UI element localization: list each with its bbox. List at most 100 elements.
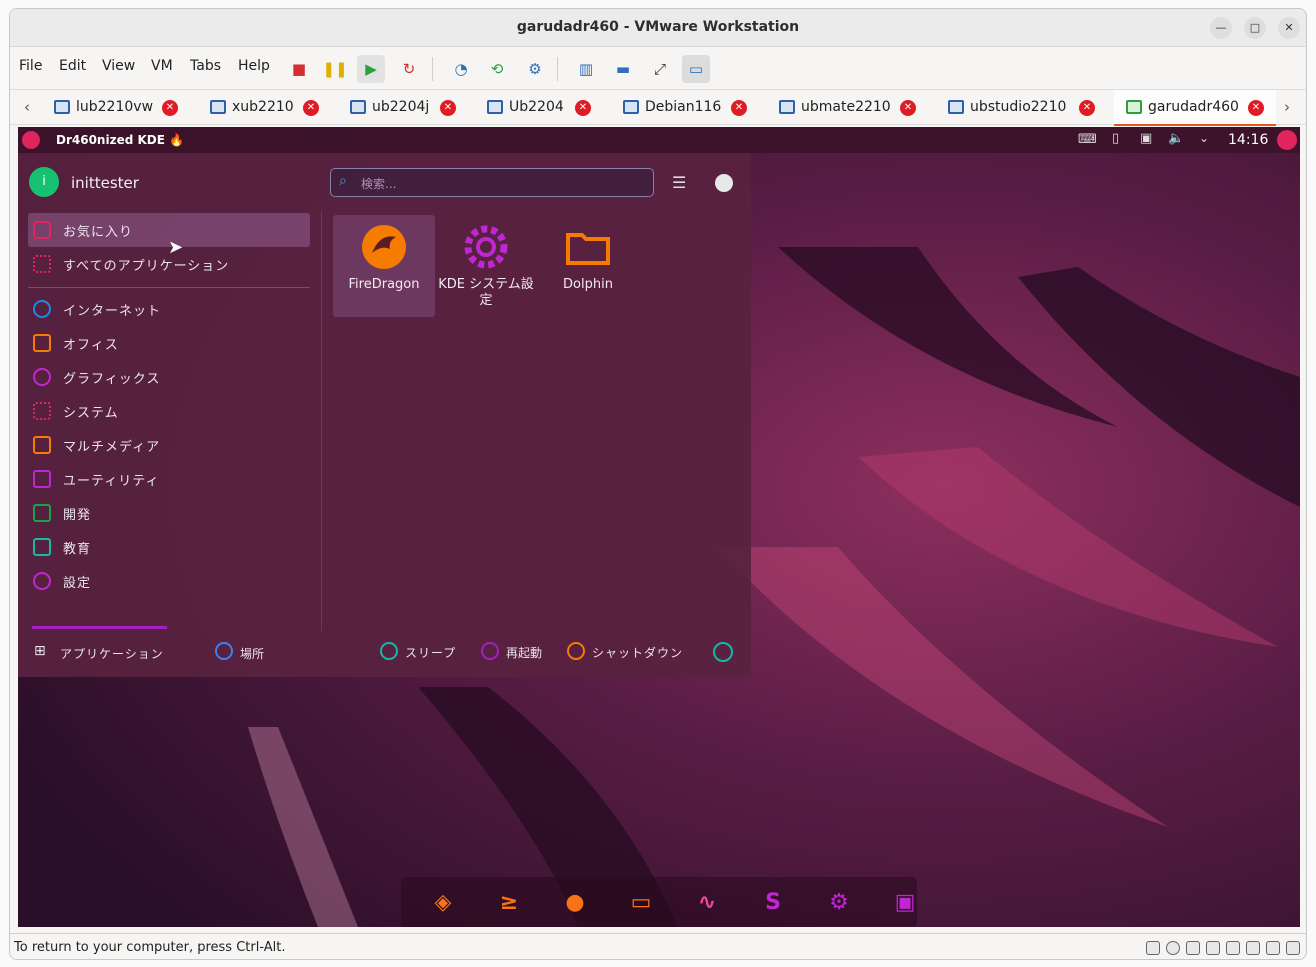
restart-icon (481, 642, 499, 660)
settings-icon[interactable]: ⚙ (823, 887, 855, 919)
category-office[interactable]: オフィス (28, 328, 310, 358)
pause-icon[interactable]: ❚❚ (321, 55, 349, 83)
close-tab-icon[interactable]: ✕ (1079, 100, 1095, 116)
guest-screen[interactable]: Dr460nized KDE 🔥 ⌨ ▯ ▣ 🔈 ⌄ 14:16 i initt… (18, 127, 1300, 927)
user-avatar-icon[interactable] (1277, 130, 1297, 150)
search-field[interactable]: ⌕ 検索... (330, 168, 654, 197)
volume-icon[interactable]: 🔈 (1168, 131, 1184, 146)
tab-indicator (32, 626, 167, 629)
unity-icon[interactable]: ▭ (682, 55, 710, 83)
close-tab-icon[interactable]: ✕ (731, 100, 747, 116)
panel-divider (321, 211, 322, 631)
close-tab-icon[interactable]: ✕ (1248, 100, 1264, 116)
panel-title: Dr460nized KDE 🔥 (56, 133, 185, 147)
vm-icon (779, 100, 795, 114)
tab-ub2204[interactable]: Ub2204 ✕ (487, 90, 607, 126)
menu-view[interactable]: View (102, 58, 135, 74)
garuda-logo-icon[interactable] (22, 131, 40, 149)
menu-help[interactable]: Help (238, 58, 270, 74)
close-tab-icon[interactable]: ✕ (900, 100, 916, 116)
play-icon[interactable]: ▶ (357, 55, 385, 83)
snapshot-icon[interactable]: ◔ (447, 55, 475, 83)
app-kde-settings[interactable]: KDE システム設定 (435, 215, 537, 317)
close-button[interactable]: ✕ (1278, 17, 1300, 39)
globe-icon (33, 300, 51, 318)
maximize-button[interactable]: □ (1244, 17, 1266, 39)
shutdown-button[interactable]: シャットダウン (567, 641, 691, 663)
folder-icon[interactable]: ▭ (625, 887, 657, 919)
clipboard-icon[interactable]: ▯ (1112, 131, 1119, 146)
menu-edit[interactable]: Edit (59, 58, 86, 74)
close-tab-icon[interactable]: ✕ (575, 100, 591, 116)
app-firedragon[interactable]: FireDragon (333, 215, 435, 317)
cdrom-icon[interactable] (1166, 941, 1180, 955)
tab-debian116[interactable]: Debian116 ✕ (623, 90, 753, 126)
tab-ub2204j[interactable]: ub2204j ✕ (350, 90, 470, 126)
fullscreen-icon[interactable]: ⤢ (646, 55, 674, 83)
tab-garudadr460[interactable]: garudadr460 ✕ (1114, 90, 1276, 126)
tab-ubstudio2210[interactable]: ubstudio2210 ✕ (948, 90, 1098, 126)
category-multimedia[interactable]: マルチメディア (28, 430, 310, 460)
category-settings[interactable]: 設定 (28, 566, 310, 596)
menu-tabs[interactable]: Tabs (190, 58, 221, 74)
vmware-window: garudadr460 - VMware Workstation — □ ✕ F… (9, 8, 1307, 960)
menu-vm[interactable]: VM (151, 58, 173, 74)
library-icon[interactable]: ▥ (572, 55, 600, 83)
category-education[interactable]: 教育 (28, 532, 310, 562)
system-monitor-icon[interactable]: ∿ (691, 887, 723, 919)
network-icon[interactable]: ▣ (1140, 131, 1152, 146)
vm-icon (350, 100, 366, 114)
category-utilities[interactable]: ユーティリティ (28, 464, 310, 494)
menu-file[interactable]: File (19, 58, 42, 74)
category-graphics[interactable]: グラフィックス (28, 362, 310, 392)
restart-button[interactable]: 再起動 (481, 641, 555, 663)
restart-icon[interactable]: ↻ (395, 55, 423, 83)
tab-scroll-left-icon[interactable]: ‹ (24, 98, 30, 116)
usb-icon[interactable] (1266, 941, 1280, 955)
bookmark-icon (33, 221, 51, 239)
avatar[interactable]: i (29, 167, 59, 197)
bag-icon[interactable]: ▣ (889, 887, 921, 919)
vm-icon (623, 100, 639, 114)
pin-toggle-icon[interactable] (715, 174, 733, 192)
toolbar-separator (557, 57, 558, 81)
sleep-button[interactable]: スリープ (380, 641, 464, 663)
snapshot-manager-icon[interactable]: ⚙ (521, 55, 549, 83)
garuda-icon[interactable]: ◈ (427, 887, 459, 919)
thumbnail-bar-icon[interactable]: ▬ (609, 55, 637, 83)
tab-ubmate2210[interactable]: ubmate2210 ✕ (779, 90, 919, 126)
configure-icon[interactable]: ☰ (672, 173, 686, 192)
category-divider (28, 287, 310, 288)
network-adapter-icon[interactable] (1186, 941, 1200, 955)
sound-icon[interactable] (1226, 941, 1240, 955)
minimize-button[interactable]: — (1210, 17, 1232, 39)
system-icon (33, 402, 51, 420)
firedragon-icon[interactable]: ● (559, 887, 591, 919)
applications-tab[interactable]: ⊞ アプリケーション (32, 641, 182, 663)
grid-icon (33, 255, 51, 273)
printer-icon[interactable] (1206, 941, 1220, 955)
store-icon[interactable]: S (757, 887, 789, 919)
logout-icon[interactable] (713, 642, 733, 662)
places-icon (215, 642, 233, 660)
close-tab-icon[interactable]: ✕ (303, 100, 319, 116)
places-tab[interactable]: 場所 (215, 641, 285, 663)
keyboard-icon[interactable]: ⌨ (1078, 132, 1097, 147)
revert-snapshot-icon[interactable]: ⟲ (483, 55, 511, 83)
display-icon[interactable] (1246, 941, 1260, 955)
messages-icon[interactable] (1286, 941, 1300, 955)
status-message: To return to your computer, press Ctrl-A… (14, 940, 286, 955)
close-tab-icon[interactable]: ✕ (440, 100, 456, 116)
tab-scroll-right-icon[interactable]: › (1284, 98, 1290, 116)
category-development[interactable]: 開発 (28, 498, 310, 528)
tab-xub2210[interactable]: xub2210 ✕ (210, 90, 330, 126)
chevron-down-icon[interactable]: ⌄ (1199, 131, 1209, 145)
close-tab-icon[interactable]: ✕ (162, 100, 178, 116)
power-off-icon[interactable]: ■ (285, 55, 313, 83)
category-internet[interactable]: インターネット (28, 294, 310, 324)
category-system[interactable]: システム (28, 396, 310, 426)
terminal-icon[interactable]: ≥ (493, 887, 525, 919)
tab-lub2210vw[interactable]: lub2210vw ✕ (54, 90, 194, 126)
hard-disk-icon[interactable] (1146, 941, 1160, 955)
app-dolphin[interactable]: Dolphin (537, 215, 639, 317)
